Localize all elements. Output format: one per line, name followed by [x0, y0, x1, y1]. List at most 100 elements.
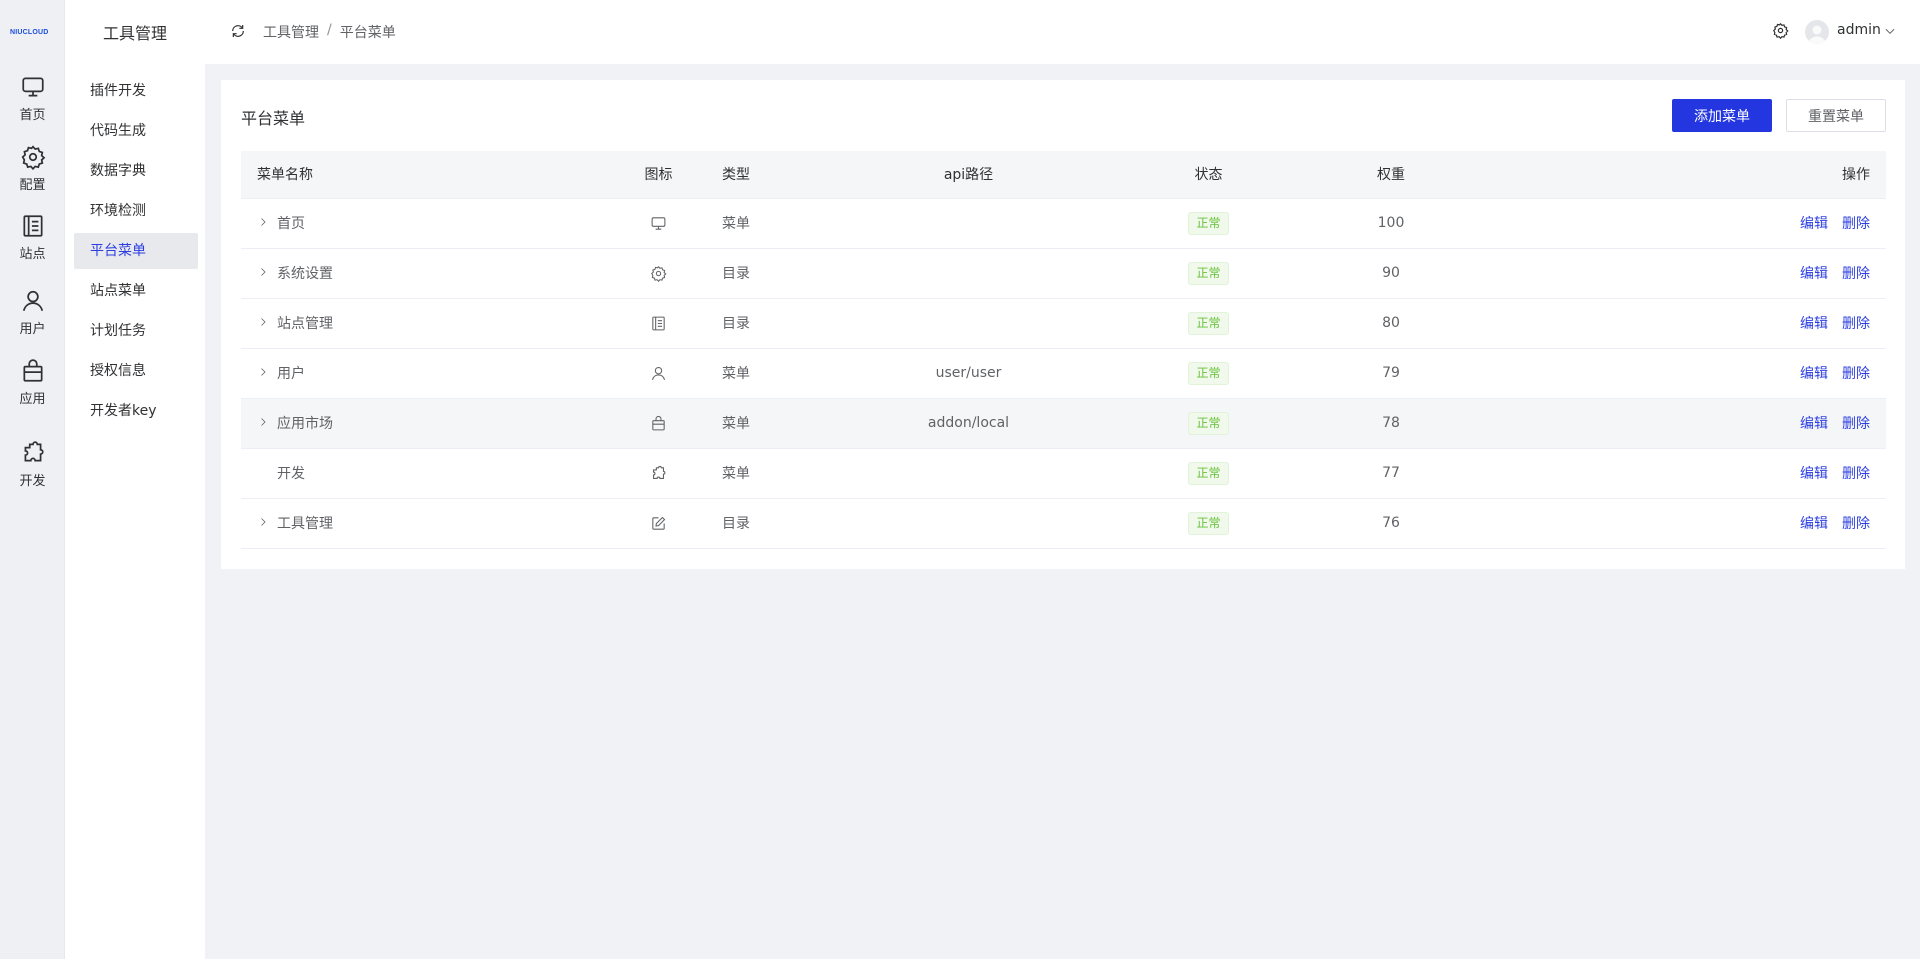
settings-button[interactable] — [1772, 22, 1790, 40]
column-header-api: api路径 — [776, 151, 1161, 199]
cell-ops: 编辑 删除 — [1526, 198, 1886, 249]
cell-type: 目录 — [696, 298, 776, 349]
delete-link[interactable]: 删除 — [1842, 366, 1870, 382]
cell-api — [776, 248, 1161, 299]
status-badge: 正常 — [1188, 511, 1229, 535]
expand-toggle[interactable] — [257, 366, 277, 380]
menu-name: 用户 — [277, 366, 305, 382]
submenu-item-platform-menu[interactable]: 平台菜单 — [74, 233, 198, 269]
edit-link[interactable]: 编辑 — [1800, 466, 1828, 482]
rail-item-app[interactable]: 应用 — [0, 358, 65, 418]
menu-name: 开发 — [277, 466, 305, 482]
menu-name: 工具管理 — [277, 516, 333, 532]
cell-status: 正常 — [1161, 198, 1256, 249]
rail-item-dev[interactable]: 开发 — [0, 440, 65, 500]
menu-name: 首页 — [277, 216, 305, 232]
puzzle-icon — [24, 441, 44, 462]
content-card: 平台菜单 添加菜单 重置菜单 菜单名称 图标 类型 api路径 状态 权重 操作 — [221, 80, 1905, 569]
cell-name: 站点管理 — [241, 298, 621, 349]
cell-weight: 100 — [1256, 198, 1526, 249]
rail-item-config[interactable]: 配置 — [0, 144, 65, 204]
cell-icon — [621, 498, 696, 549]
rail-item-user[interactable]: 用户 — [0, 288, 65, 348]
rail-item-label: 配置 — [19, 178, 46, 193]
cell-api — [776, 448, 1161, 499]
submenu-item-dictionary[interactable]: 数据字典 — [74, 153, 198, 189]
edit-link[interactable]: 编辑 — [1800, 316, 1828, 332]
expand-toggle[interactable] — [257, 266, 277, 280]
chevron-right-icon — [261, 418, 266, 426]
rail-item-label: 用户 — [19, 322, 46, 337]
column-header-name: 菜单名称 — [241, 151, 621, 199]
table-row[interactable]: 工具管理 目录 正常 76 编辑 删除 — [241, 498, 1886, 549]
refresh-button[interactable] — [230, 23, 248, 41]
edit-link[interactable]: 编辑 — [1800, 266, 1828, 282]
status-badge: 正常 — [1188, 211, 1229, 235]
cell-weight: 90 — [1256, 248, 1526, 299]
breadcrumb-separator: / — [327, 22, 332, 38]
cell-type: 菜单 — [696, 198, 776, 249]
rail-item-site[interactable]: 站点 — [0, 213, 65, 273]
expand-toggle[interactable] — [257, 316, 277, 330]
submenu-item-schedule[interactable]: 计划任务 — [74, 313, 198, 349]
submenu-item-env-check[interactable]: 环境检测 — [74, 193, 198, 229]
table-row[interactable]: 首页 菜单 正常 100 编辑 删除 — [241, 198, 1886, 249]
bag-icon — [652, 415, 665, 430]
delete-link[interactable]: 删除 — [1842, 266, 1870, 282]
icon-rail: NIUCLOUD 首页 配置 站点 用户 应用 开发 — [0, 0, 65, 959]
submenu-item-code-gen[interactable]: 代码生成 — [74, 113, 198, 149]
reset-menu-button[interactable]: 重置菜单 — [1786, 99, 1886, 132]
gear-icon — [1773, 22, 1789, 40]
submenu-item-dev-key[interactable]: 开发者key — [74, 393, 198, 429]
avatar[interactable] — [1805, 20, 1829, 44]
edit-link[interactable]: 编辑 — [1800, 366, 1828, 382]
column-header-ops: 操作 — [1526, 151, 1886, 199]
table-row[interactable]: 系统设置 目录 正常 90 编辑 删除 — [241, 248, 1886, 299]
submenu-item-site-menu[interactable]: 站点菜单 — [74, 273, 198, 309]
cell-api — [776, 298, 1161, 349]
add-menu-button[interactable]: 添加菜单 — [1672, 99, 1772, 132]
cell-ops: 编辑 删除 — [1526, 348, 1886, 399]
cell-ops: 编辑 删除 — [1526, 398, 1886, 449]
edit-link[interactable]: 编辑 — [1800, 516, 1828, 532]
rail-item-home[interactable]: 首页 — [0, 74, 65, 134]
expand-toggle[interactable] — [257, 416, 277, 430]
delete-link[interactable]: 删除 — [1842, 416, 1870, 432]
breadcrumb-item[interactable]: 工具管理 — [263, 22, 319, 42]
user-icon — [22, 290, 43, 311]
table-row[interactable]: 开发 菜单 正常 77 编辑 删除 — [241, 448, 1886, 499]
submenu-item-license[interactable]: 授权信息 — [74, 353, 198, 389]
delete-link[interactable]: 删除 — [1842, 216, 1870, 232]
user-icon — [651, 366, 666, 380]
logo[interactable]: NIUCLOUD — [10, 22, 54, 42]
cell-weight: 77 — [1256, 448, 1526, 499]
submenu-item-plugin-dev[interactable]: 插件开发 — [74, 73, 198, 109]
cell-weight: 80 — [1256, 298, 1526, 349]
edit-link[interactable]: 编辑 — [1800, 416, 1828, 432]
table-row[interactable]: 应用市场 菜单 addon/local 正常 78 编辑 删除 — [241, 398, 1886, 449]
monitor-icon — [651, 216, 666, 230]
document-icon — [22, 215, 43, 237]
cell-type: 菜单 — [696, 348, 776, 399]
user-dropdown[interactable] — [1883, 24, 1897, 38]
cell-icon — [621, 298, 696, 349]
avatar-icon — [1808, 25, 1826, 44]
chevron-right-icon — [261, 268, 266, 276]
table-row[interactable]: 用户 菜单 user/user 正常 79 编辑 删除 — [241, 348, 1886, 399]
rail-item-label: 应用 — [19, 392, 46, 407]
cell-api: addon/local — [776, 398, 1161, 449]
table-row[interactable]: 站点管理 目录 正常 80 编辑 删除 — [241, 298, 1886, 349]
rail-item-label: 站点 — [19, 247, 46, 262]
edit-icon — [652, 516, 666, 530]
delete-link[interactable]: 删除 — [1842, 316, 1870, 332]
cell-type: 菜单 — [696, 448, 776, 499]
user-name[interactable]: admin — [1837, 22, 1881, 38]
delete-link[interactable]: 删除 — [1842, 466, 1870, 482]
expand-toggle[interactable] — [257, 516, 277, 530]
gear-icon — [651, 265, 667, 282]
expand-toggle[interactable] — [257, 216, 277, 230]
delete-link[interactable]: 删除 — [1842, 516, 1870, 532]
cell-status: 正常 — [1161, 298, 1256, 349]
cell-weight: 76 — [1256, 498, 1526, 549]
edit-link[interactable]: 编辑 — [1800, 216, 1828, 232]
